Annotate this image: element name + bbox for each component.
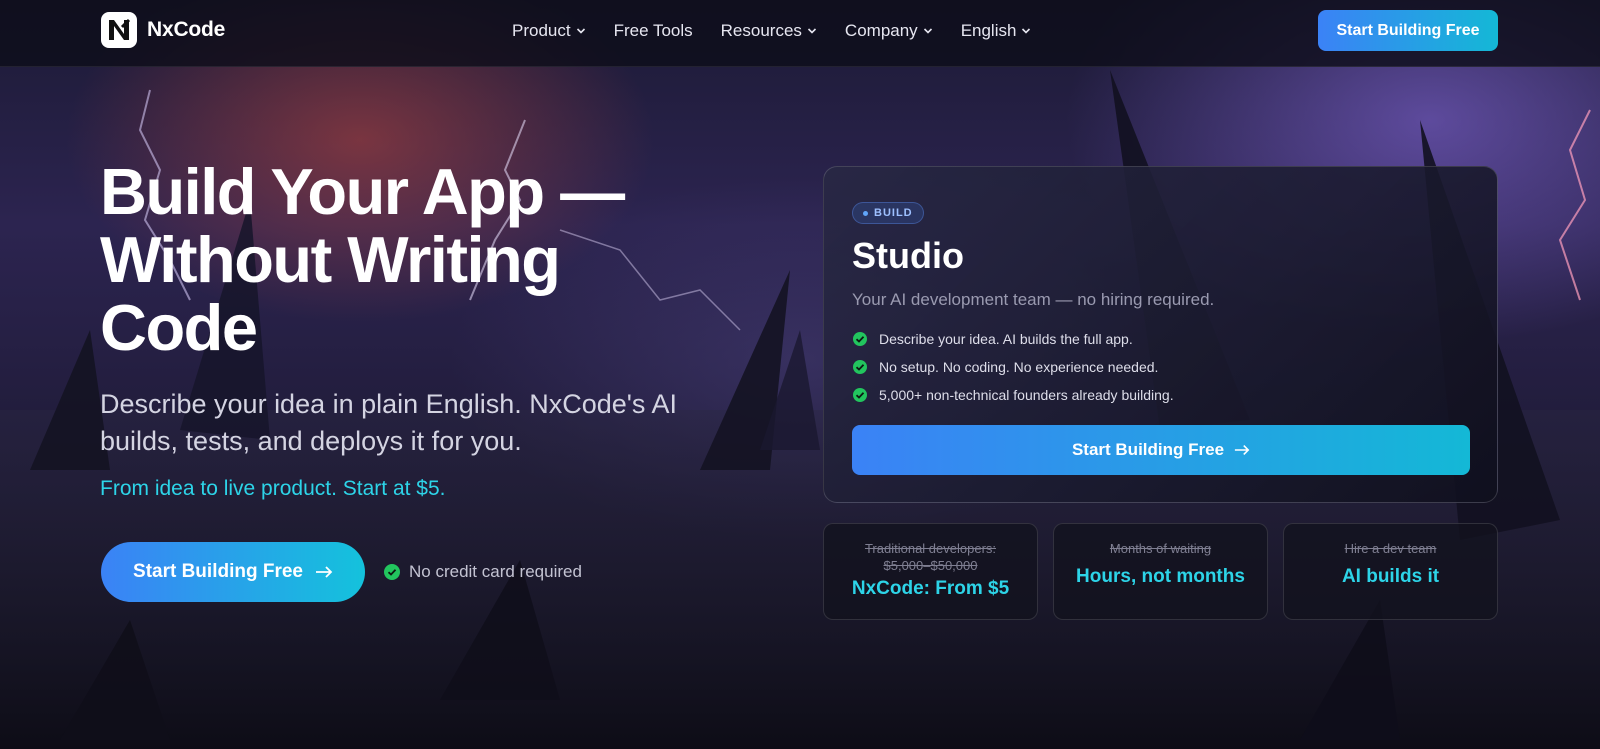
nav-item-free-tools[interactable]: Free Tools [614, 21, 693, 41]
chevron-down-icon [807, 28, 816, 34]
nav-item-product[interactable]: Product [512, 21, 586, 41]
nav-item-label: Product [512, 21, 571, 40]
arrow-right-icon [315, 566, 333, 578]
feature-text: Describe your idea. AI builds the full a… [879, 331, 1133, 347]
nav-item-label: English [960, 21, 1017, 40]
nav-menu: Product Free Tools Resources Company Eng… [512, 0, 1031, 62]
no-credit-card-text: No credit card required [409, 562, 582, 581]
stat-new-value: NxCode: From $5 [851, 578, 1010, 599]
feature-item: No setup. No coding. No experience neede… [852, 353, 1174, 381]
check-circle-icon [384, 564, 400, 580]
hero-title-line: Build Your App — [100, 155, 625, 228]
nav-item-resources[interactable]: Resources [721, 21, 817, 41]
chevron-down-icon [576, 28, 585, 34]
nav-item-label: Company [844, 21, 918, 40]
stat-old-value: Traditional developers: $5,000–$50,000 [864, 541, 997, 573]
stat-new-value: Hours, not months [1076, 566, 1245, 587]
nav-start-building-button[interactable]: Start Building Free [1318, 10, 1498, 51]
check-circle-icon [853, 360, 867, 374]
badge-label: BUILD [874, 207, 913, 219]
hero-subtitle: Describe your idea in plain English. NxC… [100, 389, 677, 456]
top-navbar: NxCode Product Free Tools Resources Comp… [0, 0, 1600, 67]
feature-text: No setup. No coding. No experience neede… [879, 359, 1159, 375]
card-start-building-button[interactable]: Start Building Free [852, 425, 1470, 475]
hero-pricing-tagline: From idea to live product. Start at $5. [100, 477, 446, 500]
stat-box-time: Months of waiting Hours, not months [1053, 523, 1268, 620]
no-credit-card-note: No credit card required [384, 562, 582, 582]
studio-card: BUILD Studio Your AI development team — … [823, 166, 1498, 503]
stat-old-value: Months of waiting [1109, 541, 1212, 556]
feature-list: Describe your idea. AI builds the full a… [852, 325, 1174, 409]
build-badge: BUILD [852, 202, 924, 224]
hero-title-line: Without Writing [100, 223, 561, 296]
chevron-down-icon [923, 28, 932, 34]
stat-new-value: AI builds it [1341, 566, 1440, 587]
nav-item-company[interactable]: Company [845, 21, 933, 41]
nav-item-label: Resources [720, 21, 802, 40]
hero-cta-label: Start Building Free [133, 561, 303, 582]
chevron-down-icon [1022, 28, 1031, 34]
brand-logo[interactable]: NxCode [101, 12, 225, 48]
stat-box-team: Hire a dev team AI builds it [1283, 523, 1498, 620]
brand-name: NxCode [147, 18, 226, 41]
hero-title: Build Your App — Without Writing Code [100, 158, 720, 362]
nav-item-label: Free Tools [613, 21, 693, 40]
arrow-right-icon [1234, 444, 1250, 456]
badge-dot-icon [863, 210, 868, 216]
card-cta-label: Start Building Free [1071, 440, 1225, 459]
stat-box-cost: Traditional developers: $5,000–$50,000 N… [823, 523, 1038, 620]
feature-item: Describe your idea. AI builds the full a… [852, 325, 1174, 353]
feature-item: 5,000+ non-technical founders already bu… [852, 381, 1174, 409]
nx-logo-icon [101, 12, 137, 48]
card-title: Studio [852, 235, 964, 276]
card-subtitle: Your AI development team — no hiring req… [852, 290, 1215, 309]
feature-text: 5,000+ non-technical founders already bu… [879, 387, 1174, 403]
hero-title-line: Code [100, 291, 258, 364]
stat-old-value: Hire a dev team [1344, 541, 1437, 556]
hero-start-building-button[interactable]: Start Building Free [101, 542, 365, 602]
language-selector[interactable]: English [961, 21, 1032, 41]
check-circle-icon [853, 332, 867, 346]
check-circle-icon [853, 388, 867, 402]
